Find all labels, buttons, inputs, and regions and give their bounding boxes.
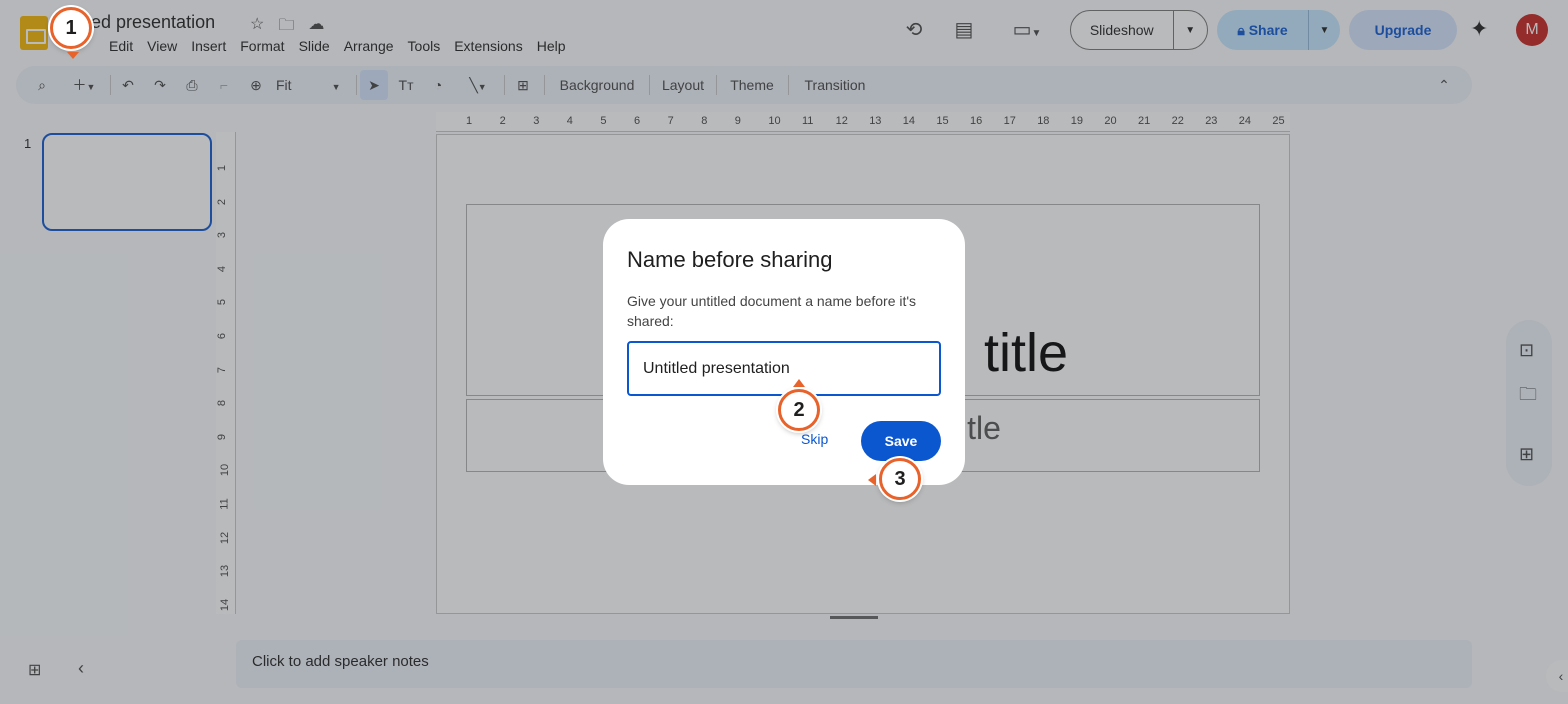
- save-button[interactable]: Save: [861, 421, 941, 461]
- annotation-marker-3: 3: [879, 458, 921, 500]
- annotation-marker-2: 2: [778, 389, 820, 431]
- document-name-input[interactable]: [627, 341, 941, 396]
- annotation-pointer-2: [793, 379, 805, 387]
- name-before-sharing-dialog: Name before sharing Give your untitled d…: [603, 219, 965, 485]
- annotation-pointer-3: [868, 474, 876, 486]
- skip-button[interactable]: Skip: [801, 431, 828, 447]
- annotation-marker-1: 1: [50, 7, 92, 49]
- slides-app: tled presentation ☆ 🗀 ☁ Edit View Insert…: [0, 0, 1568, 704]
- annotation-pointer-1: [67, 52, 79, 59]
- dialog-title: Name before sharing: [627, 247, 833, 272]
- dialog-description: Give your untitled document a name befor…: [627, 293, 917, 329]
